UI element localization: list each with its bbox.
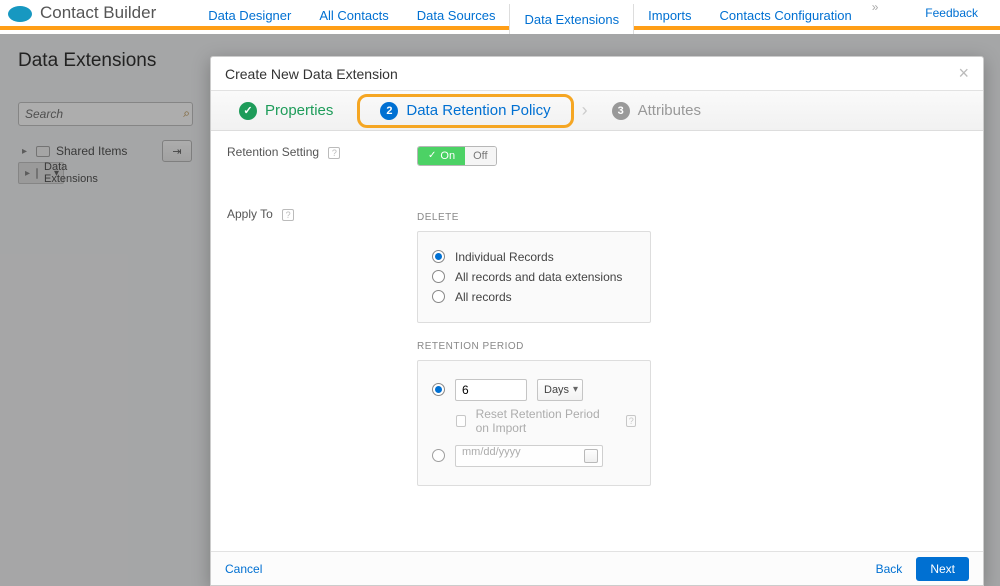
- radio-individual-records[interactable]: Individual Records: [432, 250, 636, 264]
- radio-all-records[interactable]: All records: [432, 290, 636, 304]
- calendar-icon[interactable]: [584, 449, 598, 463]
- retention-toggle[interactable]: On Off: [417, 146, 497, 166]
- step-label: Properties: [265, 102, 333, 119]
- reset-on-import-row[interactable]: Reset Retention Period on Import ?: [456, 407, 636, 435]
- retention-setting-label: Retention Setting: [227, 145, 319, 159]
- step-data-retention-policy[interactable]: 2 Data Retention Policy: [357, 94, 573, 128]
- radio-icon[interactable]: [432, 383, 445, 396]
- back-button[interactable]: Back: [876, 562, 903, 576]
- help-icon[interactable]: ?: [282, 209, 294, 221]
- delete-section-label: DELETE: [417, 212, 967, 223]
- cancel-button[interactable]: Cancel: [225, 562, 262, 576]
- radio-icon[interactable]: [432, 290, 445, 303]
- radio-icon[interactable]: [432, 270, 445, 283]
- nav-tabs: Data Designer All Contacts Data Sources …: [194, 0, 884, 26]
- chevron-right-icon: ›: [578, 100, 592, 121]
- next-button[interactable]: Next: [916, 557, 969, 581]
- retention-period-panel: Days Reset Retention Period on Import ? …: [417, 360, 651, 486]
- step-properties[interactable]: ✓ Properties: [219, 91, 353, 130]
- toggle-on[interactable]: On: [418, 147, 465, 165]
- step-number-icon: 3: [612, 102, 630, 120]
- close-icon[interactable]: ×: [958, 63, 969, 84]
- step-number-icon: 2: [380, 102, 398, 120]
- radio-period-duration[interactable]: Days: [432, 379, 636, 401]
- modal-footer: Cancel Back Next: [211, 551, 983, 585]
- radio-period-date[interactable]: mm/dd/yyyy: [432, 445, 636, 467]
- radio-icon[interactable]: [432, 449, 445, 462]
- wizard-steps: ✓ Properties 2 Data Retention Policy › 3…: [211, 91, 983, 131]
- salesforce-cloud-icon: [6, 3, 34, 23]
- nav-overflow-icon[interactable]: »: [866, 0, 885, 26]
- radio-all-records-and-ext[interactable]: All records and data extensions: [432, 270, 636, 284]
- modal-title: Create New Data Extension: [225, 66, 398, 82]
- radio-label: All records and data extensions: [455, 270, 622, 284]
- date-placeholder: mm/dd/yyyy: [462, 446, 521, 458]
- radio-label: Individual Records: [455, 250, 554, 264]
- step-attributes[interactable]: 3 Attributes: [592, 91, 721, 130]
- step-label: Attributes: [638, 102, 701, 119]
- app-title: Contact Builder: [40, 3, 156, 23]
- period-date-input[interactable]: mm/dd/yyyy: [455, 445, 603, 467]
- tab-data-designer[interactable]: Data Designer: [194, 0, 305, 30]
- tab-imports[interactable]: Imports: [634, 0, 705, 30]
- period-unit-select[interactable]: Days: [537, 379, 583, 401]
- feedback-link[interactable]: Feedback: [925, 6, 978, 20]
- period-value-input[interactable]: [455, 379, 527, 401]
- delete-panel: Individual Records All records and data …: [417, 231, 651, 323]
- checkbox-icon[interactable]: [456, 415, 466, 427]
- check-icon: ✓: [239, 102, 257, 120]
- help-icon[interactable]: ?: [328, 147, 340, 159]
- step-label: Data Retention Policy: [406, 102, 550, 119]
- apply-to-label: Apply To: [227, 207, 273, 221]
- tab-contacts-configuration[interactable]: Contacts Configuration: [706, 0, 866, 30]
- radio-icon[interactable]: [432, 250, 445, 263]
- radio-label: All records: [455, 290, 512, 304]
- modal-body: Retention Setting ? On Off Apply To ? DE…: [211, 131, 983, 551]
- create-data-extension-modal: Create New Data Extension × ✓ Properties…: [210, 56, 984, 586]
- checkbox-label: Reset Retention Period on Import: [476, 407, 611, 435]
- help-icon[interactable]: ?: [626, 415, 636, 427]
- tab-data-extensions[interactable]: Data Extensions: [509, 4, 634, 34]
- tab-data-sources[interactable]: Data Sources: [403, 0, 510, 30]
- tab-all-contacts[interactable]: All Contacts: [305, 0, 402, 30]
- retention-period-section-label: RETENTION PERIOD: [417, 341, 967, 352]
- top-nav: Contact Builder Data Designer All Contac…: [0, 0, 1000, 30]
- toggle-off[interactable]: Off: [465, 147, 495, 165]
